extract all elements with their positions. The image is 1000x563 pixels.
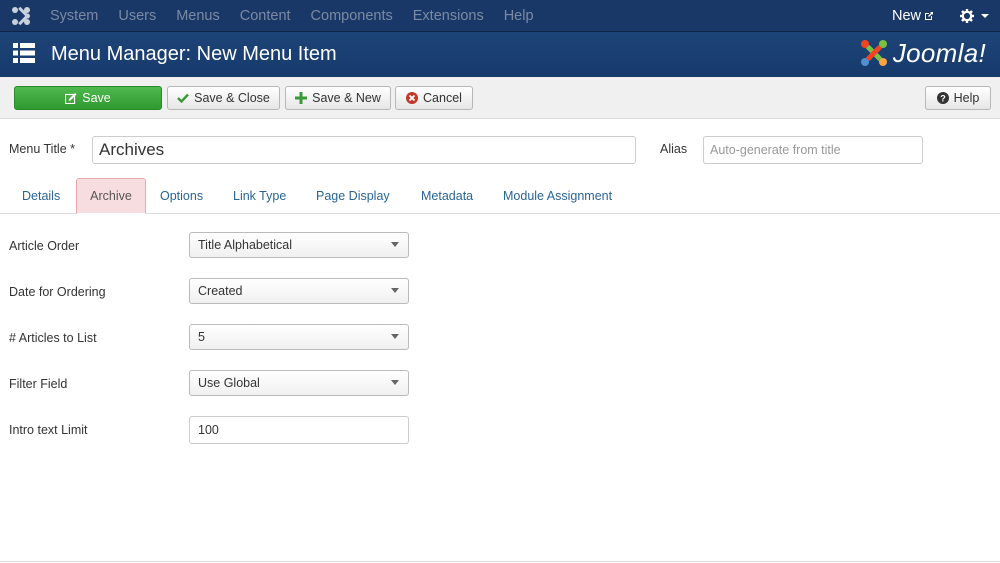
svg-text:?: ?: [940, 94, 946, 104]
tab-bar: Details Archive Options Link Type Page D…: [0, 178, 1000, 214]
question-circle-icon: ?: [936, 92, 949, 104]
checkmark-icon: [177, 93, 190, 103]
edit-icon: [65, 93, 77, 104]
tab-archive[interactable]: Archive: [76, 178, 146, 214]
joomla-brand: Joomla!: [859, 36, 986, 70]
intro-text-limit-input[interactable]: 100: [189, 416, 409, 444]
tab-page-display[interactable]: Page Display: [316, 178, 390, 214]
alias-input[interactable]: Auto-generate from title: [703, 136, 923, 164]
filter-field-select[interactable]: Use Global: [189, 370, 409, 396]
save-new-label: Save & New: [312, 91, 381, 105]
settings-dropdown[interactable]: [960, 9, 990, 23]
nav-menu: System Users Menus Content Components Ex…: [50, 0, 554, 32]
nav-item-extensions[interactable]: Extensions: [413, 0, 484, 32]
cancel-circle-icon: [406, 92, 419, 104]
menu-title-input[interactable]: Archives: [92, 136, 636, 164]
nav-item-menus[interactable]: Menus: [176, 0, 220, 32]
help-button[interactable]: ? Help: [925, 86, 991, 110]
menu-title-value: Archives: [99, 140, 165, 159]
chevron-down-icon: [391, 242, 399, 247]
alias-label: Alias: [660, 142, 688, 156]
joomla-logo-icon[interactable]: [10, 6, 32, 26]
gear-icon: [960, 9, 974, 23]
tab-options[interactable]: Options: [160, 178, 203, 214]
intro-text-limit-label: Intro text Limit: [9, 423, 88, 437]
chevron-down-icon: [391, 380, 399, 385]
date-ordering-value: Created: [198, 284, 243, 298]
save-button-label: Save: [82, 91, 111, 105]
articles-to-list-label: # Articles to List: [9, 331, 97, 345]
date-ordering-select[interactable]: Created: [189, 278, 409, 304]
save-close-label: Save & Close: [194, 91, 270, 105]
articles-to-list-select[interactable]: 5: [189, 324, 409, 350]
article-order-label: Article Order: [9, 239, 80, 253]
footer-divider: [0, 561, 1000, 562]
joomla-brand-logo-icon: [860, 40, 887, 66]
save-close-button[interactable]: Save & Close: [167, 86, 280, 110]
nav-item-users[interactable]: Users: [118, 0, 156, 32]
top-navbar: System Users Menus Content Components Ex…: [0, 0, 1000, 32]
alias-placeholder: Auto-generate from title: [710, 143, 841, 157]
brand-name: Joomla!: [892, 37, 986, 68]
tab-link-type[interactable]: Link Type: [233, 178, 286, 214]
date-ordering-label: Date for Ordering: [9, 285, 106, 299]
article-order-select[interactable]: Title Alphabetical: [189, 232, 409, 258]
filter-field-value: Use Global: [198, 376, 260, 390]
list-menu-icon: [13, 43, 35, 63]
new-link-label: New: [891, 8, 921, 24]
save-button[interactable]: Save: [14, 86, 162, 110]
cancel-label: Cancel: [423, 91, 462, 105]
menu-title-label: Menu Title *: [9, 142, 76, 156]
chevron-down-icon: [391, 288, 399, 293]
nav-item-content[interactable]: Content: [240, 0, 291, 32]
filter-field-label: Filter Field: [9, 377, 68, 391]
articles-to-list-value: 5: [198, 330, 205, 344]
chevron-down-icon: [391, 334, 399, 339]
article-order-value: Title Alphabetical: [198, 238, 293, 252]
nav-right: New: [892, 0, 1000, 32]
help-label: Help: [953, 91, 980, 105]
plus-icon: [295, 92, 308, 104]
tab-metadata[interactable]: Metadata: [421, 178, 473, 214]
tab-details[interactable]: Details: [22, 178, 60, 214]
intro-text-limit-value: 100: [198, 423, 219, 437]
page-header: Menu Manager: New Menu Item Joomla!: [0, 32, 1000, 77]
caret-down-icon: [981, 14, 989, 18]
save-new-button[interactable]: Save & New: [285, 86, 391, 110]
external-link-icon: [925, 12, 933, 20]
cancel-button[interactable]: Cancel: [395, 86, 473, 110]
new-link[interactable]: New: [892, 8, 934, 24]
page-title: Menu Manager: New Menu Item: [51, 43, 337, 65]
nav-item-system[interactable]: System: [50, 0, 98, 32]
nav-item-help[interactable]: Help: [504, 0, 534, 32]
tab-module-assignment[interactable]: Module Assignment: [503, 178, 612, 214]
nav-item-components[interactable]: Components: [311, 0, 393, 32]
toolbar: Save Save & Close Save & New Cancel ? He…: [0, 77, 1000, 119]
